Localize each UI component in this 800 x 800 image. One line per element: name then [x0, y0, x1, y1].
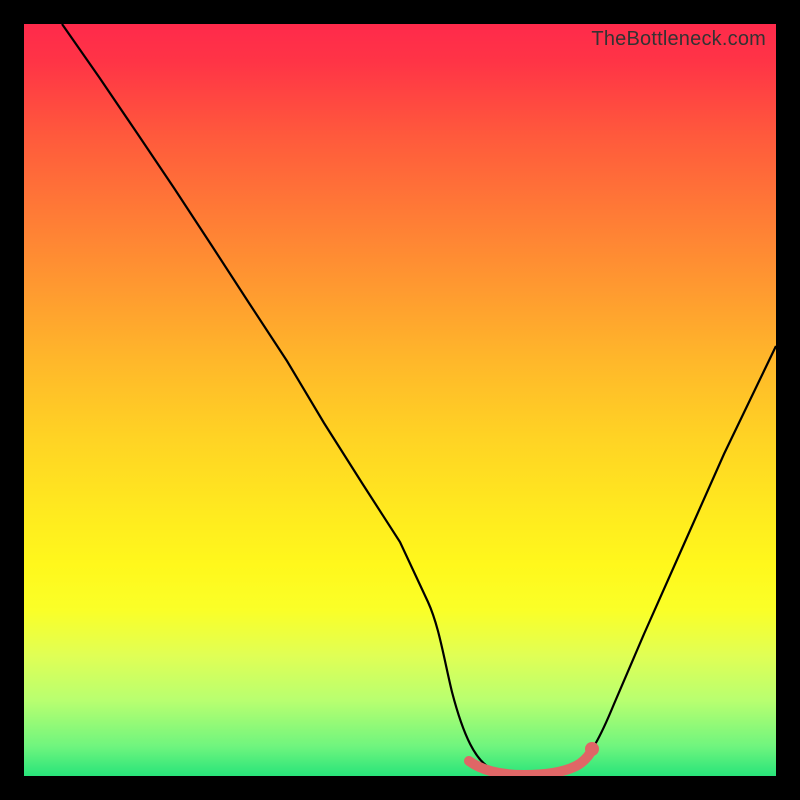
curve-path [62, 24, 776, 775]
gradient-plot-area: TheBottleneck.com [24, 24, 776, 776]
valley-highlight [469, 752, 591, 775]
valley-end-marker [585, 742, 599, 756]
bottleneck-curve [24, 24, 776, 776]
